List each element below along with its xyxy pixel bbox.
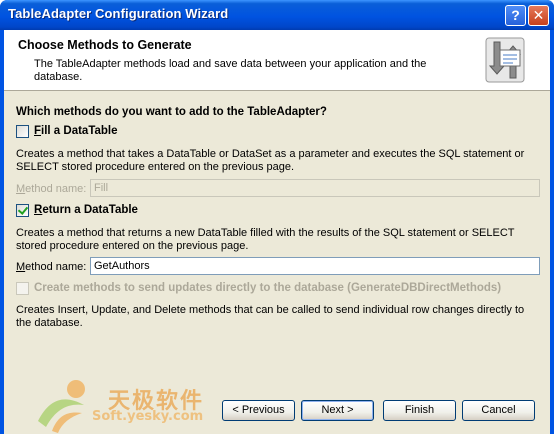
watermark-logo-icon [38,380,85,433]
return-datatable-checkbox[interactable] [16,204,29,217]
wizard-window: TableAdapter Configuration Wizard ? ✕ Ch… [0,0,554,434]
fill-method-name-label: Method name: [16,183,87,195]
direct-methods-description: Creates Insert, Update, and Delete metho… [16,304,525,329]
fill-datatable-description: Creates a method that takes a DataTable … [16,148,525,173]
fill-method-name-input[interactable]: Fill [90,179,540,197]
fill-datatable-label[interactable]: Fill a DataTable [34,125,118,137]
window-title: TableAdapter Configuration Wizard [8,6,229,21]
watermark-subtext: Soft.yesky.com [92,409,204,424]
return-method-name-label: Method name: [16,261,87,273]
return-datatable-label[interactable]: Return a DataTable [34,204,138,216]
return-method-name-input[interactable]: GetAuthors [90,257,540,275]
direct-methods-checkbox[interactable] [16,282,29,295]
close-button[interactable]: ✕ [528,5,549,26]
methods-question: Which methods do you want to add to the … [16,106,327,118]
wizard-header: Choose Methods to Generate The TableAdap… [4,30,550,91]
previous-button[interactable]: < Previous [222,400,295,421]
direct-methods-label[interactable]: Create methods to send updates directly … [34,282,501,294]
finish-button[interactable]: Finish [383,400,456,421]
title-bar[interactable]: TableAdapter Configuration Wizard ? ✕ [0,0,554,30]
dialog-client-area: Choose Methods to Generate The TableAdap… [4,30,550,434]
table-adapter-methods-icon [485,37,525,83]
help-button[interactable]: ? [505,5,526,26]
page-title: Choose Methods to Generate [18,38,192,52]
next-button[interactable]: Next > [301,400,374,421]
yesky-watermark: 天极软件 Soft.yesky.com [32,375,222,434]
return-datatable-description: Creates a method that returns a new Data… [16,227,515,252]
fill-datatable-checkbox[interactable] [16,125,29,138]
cancel-button[interactable]: Cancel [462,400,535,421]
page-description: The TableAdapter methods load and save d… [34,58,427,83]
